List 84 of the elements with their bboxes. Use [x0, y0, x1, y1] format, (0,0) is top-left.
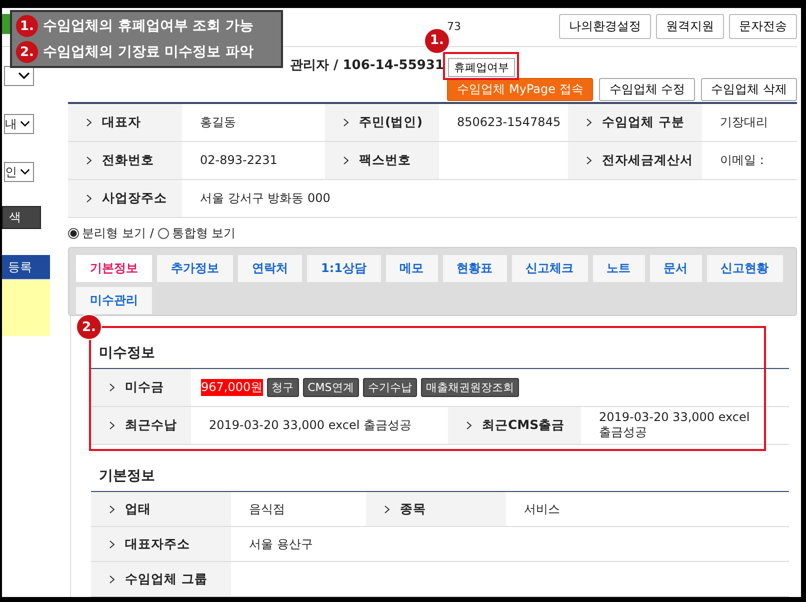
client-title: 관리자 / 106-14-55931	[290, 57, 444, 74]
tab[interactable]: 노트	[592, 254, 646, 283]
number-badge: 2.	[16, 41, 38, 63]
chevron-icon	[586, 118, 592, 127]
chevron-icon	[343, 156, 349, 165]
number-badge: 1.	[16, 15, 38, 37]
caret-icon	[20, 120, 30, 128]
caret-icon	[20, 168, 30, 176]
field-value: 서울 용산구	[249, 536, 313, 552]
chevron-icon	[343, 118, 349, 127]
field-label: 최근수납	[125, 417, 177, 434]
field-value: 850623-1547845	[457, 115, 561, 130]
field-label: 미수금	[125, 379, 164, 396]
radio-button[interactable]	[68, 228, 79, 239]
field-label: 최근CMS출금	[482, 417, 565, 434]
field-value: 서비스	[524, 500, 560, 518]
search-button[interactable]: 색	[2, 206, 41, 229]
tab[interactable]: 신고체크	[510, 254, 588, 283]
chevron-icon	[466, 421, 472, 430]
header-button[interactable]: 나의환경설정	[559, 14, 651, 40]
field-label: 수임업체 그룹	[125, 570, 208, 588]
register-button[interactable]: 등록	[2, 255, 50, 279]
dropdown[interactable]	[4, 66, 34, 86]
callout-marker: 2.	[76, 314, 102, 340]
action-button[interactable]: 수기수납	[362, 378, 417, 397]
field-value: 2019-03-20 33,000 excel 출금성공	[599, 410, 751, 441]
field-label: 사업장주소	[102, 190, 167, 207]
field-label: 전화번호	[102, 152, 154, 169]
field-label: 업태	[125, 500, 151, 518]
field-label: 전자세금계산서	[602, 152, 693, 169]
tab[interactable]: 1:1상담	[306, 254, 382, 283]
radio-label: 분리형 보기	[82, 224, 146, 242]
field-label: 수임업체 구분	[602, 114, 684, 131]
chevron-icon	[86, 194, 92, 203]
chevron-icon	[86, 118, 92, 127]
action-button[interactable]: 수임업체 삭제	[701, 78, 797, 101]
chevron-icon	[384, 504, 390, 514]
field-value: 2019-03-20 33,000 excel 출금성공	[209, 417, 412, 434]
annotation-text: 수임업체의 기장료 미수정보 파악	[43, 43, 254, 61]
tab[interactable]: 현황표	[442, 254, 508, 283]
radio-button[interactable]	[158, 228, 169, 239]
header-text: 73	[447, 20, 461, 34]
separator-text: /	[150, 226, 154, 240]
action-button[interactable]: 청구	[266, 378, 299, 397]
field-label: 대표자주소	[125, 536, 190, 552]
chevron-icon	[86, 156, 92, 165]
tab[interactable]: 기본정보	[75, 254, 153, 283]
chevron-icon	[109, 383, 115, 392]
field-label: 종목	[400, 500, 426, 518]
action-button[interactable]: 수임업체 수정	[599, 78, 696, 101]
amount-text: 967,000원	[201, 379, 263, 396]
field-label: 대표자	[102, 114, 141, 131]
dropdown[interactable]: 인	[4, 162, 34, 182]
annotation-text: 수임업체의 휴폐업여부 조회 가능	[43, 17, 254, 35]
field-label: 주민(법인)	[359, 114, 422, 131]
field-value: 기장대리	[720, 114, 768, 131]
note-panel	[2, 279, 50, 336]
tab[interactable]: 문서	[648, 254, 702, 283]
field-value: 홍길동	[200, 114, 236, 131]
business-status-button[interactable]: 휴폐업여부	[448, 58, 515, 77]
tab[interactable]: 연락처	[237, 254, 303, 283]
field-value: 음식점	[249, 500, 285, 518]
tab[interactable]: 메모	[384, 254, 438, 283]
chevron-icon	[109, 504, 115, 514]
header-button[interactable]: 문자전송	[729, 14, 797, 40]
field-value: 02-893-2231	[200, 153, 278, 168]
callout-marker: 1.	[424, 28, 450, 54]
chevron-icon	[586, 156, 592, 165]
header-button[interactable]: 원격지원	[656, 14, 724, 40]
action-button[interactable]: CMS연계	[302, 378, 359, 397]
field-label: 팩스번호	[359, 152, 411, 169]
dropdown[interactable]: 내	[4, 114, 34, 134]
logo-badge	[2, 14, 10, 34]
chevron-icon	[109, 574, 115, 584]
field-value: 서울 강서구 방화동 000	[200, 190, 330, 207]
radio-label: 통합형 보기	[172, 224, 236, 242]
field-value: 이메일 :	[720, 152, 764, 169]
chevron-icon	[109, 540, 115, 548]
tab[interactable]: 신고현황	[706, 254, 784, 283]
tab[interactable]: 미수관리	[75, 286, 153, 315]
caret-icon	[18, 72, 30, 80]
tab[interactable]: 추가정보	[156, 254, 234, 283]
action-button[interactable]: 매출채권원장조회	[420, 378, 519, 397]
chevron-icon	[109, 421, 115, 430]
